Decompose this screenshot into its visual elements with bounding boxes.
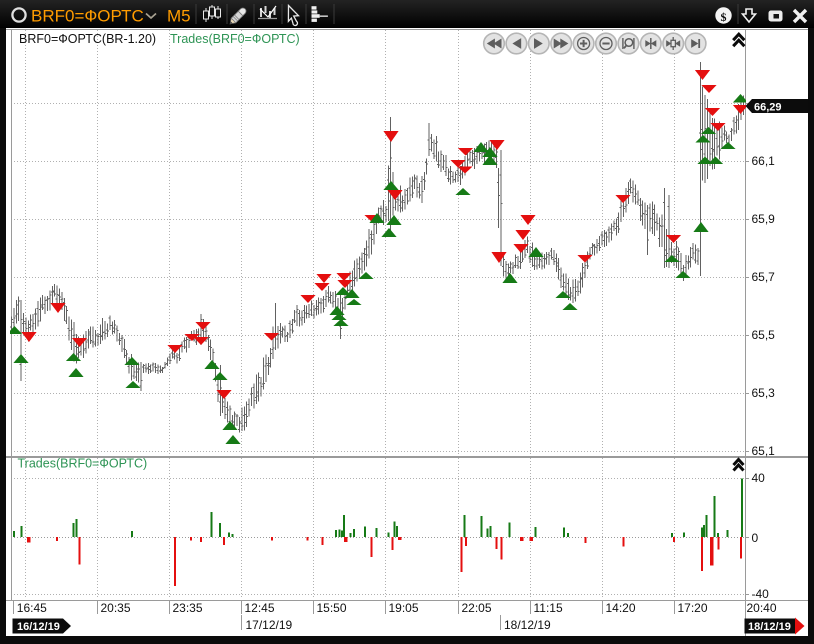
svg-text:65,3: 65,3	[752, 386, 776, 400]
svg-text:-40: -40	[752, 587, 770, 601]
svg-text:23:35: 23:35	[173, 601, 203, 615]
svg-text:15:50: 15:50	[317, 601, 347, 615]
svg-text:16/12/19: 16/12/19	[17, 621, 60, 633]
svg-text:19:05: 19:05	[389, 601, 419, 615]
svg-text:20:40: 20:40	[747, 601, 777, 615]
svg-text:65,9: 65,9	[752, 212, 776, 226]
svg-text:16:45: 16:45	[17, 601, 47, 615]
svg-text:65,7: 65,7	[752, 270, 776, 284]
svg-text:17/12/19: 17/12/19	[246, 618, 293, 632]
svg-text:11:15: 11:15	[534, 601, 563, 615]
svg-text:22:05: 22:05	[462, 601, 492, 615]
svg-text:BRF0=ФОРТС: BRF0=ФОРТС	[31, 7, 144, 26]
svg-text:$: $	[721, 10, 727, 24]
svg-text:18/12/19: 18/12/19	[504, 618, 551, 632]
svg-text:Trades(BRF0=ФОРТС): Trades(BRF0=ФОРТС)	[170, 32, 300, 46]
svg-text:20:35: 20:35	[101, 601, 131, 615]
svg-text:40: 40	[752, 471, 766, 485]
svg-text:Trades(BRF0=ФОРТС): Trades(BRF0=ФОРТС)	[18, 457, 148, 471]
svg-text:18/12/19: 18/12/19	[748, 621, 791, 633]
svg-text:66,29: 66,29	[754, 102, 782, 114]
svg-text:66,1: 66,1	[752, 154, 776, 168]
svg-text:BRF0=ФОРТС(BR-1.20): BRF0=ФОРТС(BR-1.20)	[19, 32, 156, 46]
svg-text:17:20: 17:20	[678, 601, 708, 615]
svg-text:12:45: 12:45	[245, 601, 275, 615]
svg-text:65,1: 65,1	[752, 444, 776, 458]
svg-text:65,5: 65,5	[752, 328, 776, 342]
svg-text:14:20: 14:20	[606, 601, 636, 615]
svg-text:0: 0	[752, 531, 759, 545]
svg-text:М5: М5	[167, 7, 191, 26]
